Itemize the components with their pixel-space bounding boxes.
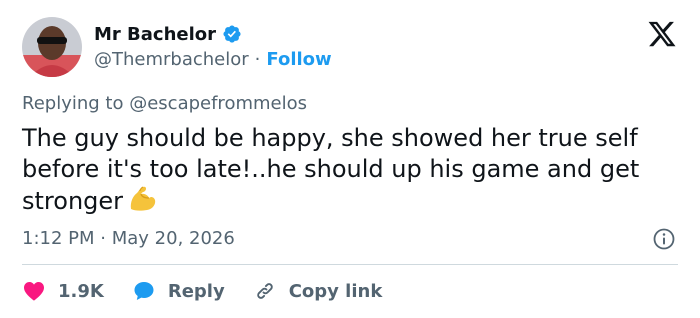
like-button[interactable]: 1.9K [22, 279, 104, 303]
tweet-card: Mr Bachelor @Themrbachelor · Follow Repl… [0, 0, 700, 318]
reply-label: Reply [167, 280, 225, 302]
author-name-row: Mr Bachelor [94, 21, 242, 47]
handle-separator: · [254, 49, 261, 70]
tweet-date[interactable]: May 20, 2026 [112, 228, 235, 249]
tweet-text: The guy should be happy, she showed her … [22, 123, 682, 221]
replying-to: Replying to @escapefrommelos [22, 93, 307, 114]
x-logo-icon[interactable] [647, 19, 677, 49]
tweet-time[interactable]: 1:12 PM [22, 228, 95, 249]
replying-to-prefix: Replying to [22, 93, 124, 114]
heart-icon [24, 282, 44, 301]
follow-button[interactable]: Follow [266, 49, 331, 70]
meta-separator: · [100, 228, 106, 249]
action-bar: 1.9K Reply Copy link [22, 277, 410, 305]
tweet-body: The guy should be happy, she showed her … [22, 124, 640, 215]
like-count: 1.9K [58, 280, 104, 302]
replying-to-mention[interactable]: @escapefrommelos [129, 93, 307, 114]
author-handle[interactable]: @Themrbachelor [94, 49, 249, 70]
flexed-biceps-icon [127, 185, 157, 221]
link-icon [256, 283, 273, 299]
avatar-image [22, 17, 82, 77]
copy-link-label: Copy link [288, 280, 383, 302]
reply-button[interactable]: Reply [132, 279, 225, 303]
avatar[interactable] [22, 17, 82, 77]
divider [22, 264, 678, 265]
reply-bubble-icon [134, 282, 154, 300]
info-icon[interactable] [652, 227, 676, 251]
author-name[interactable]: Mr Bachelor [94, 24, 216, 45]
copy-link-button[interactable]: Copy link [253, 279, 383, 303]
verified-badge-icon [222, 24, 242, 44]
tweet-meta: 1:12 PM · May 20, 2026 [22, 228, 235, 249]
author-handle-row: @Themrbachelor · Follow [94, 49, 332, 70]
